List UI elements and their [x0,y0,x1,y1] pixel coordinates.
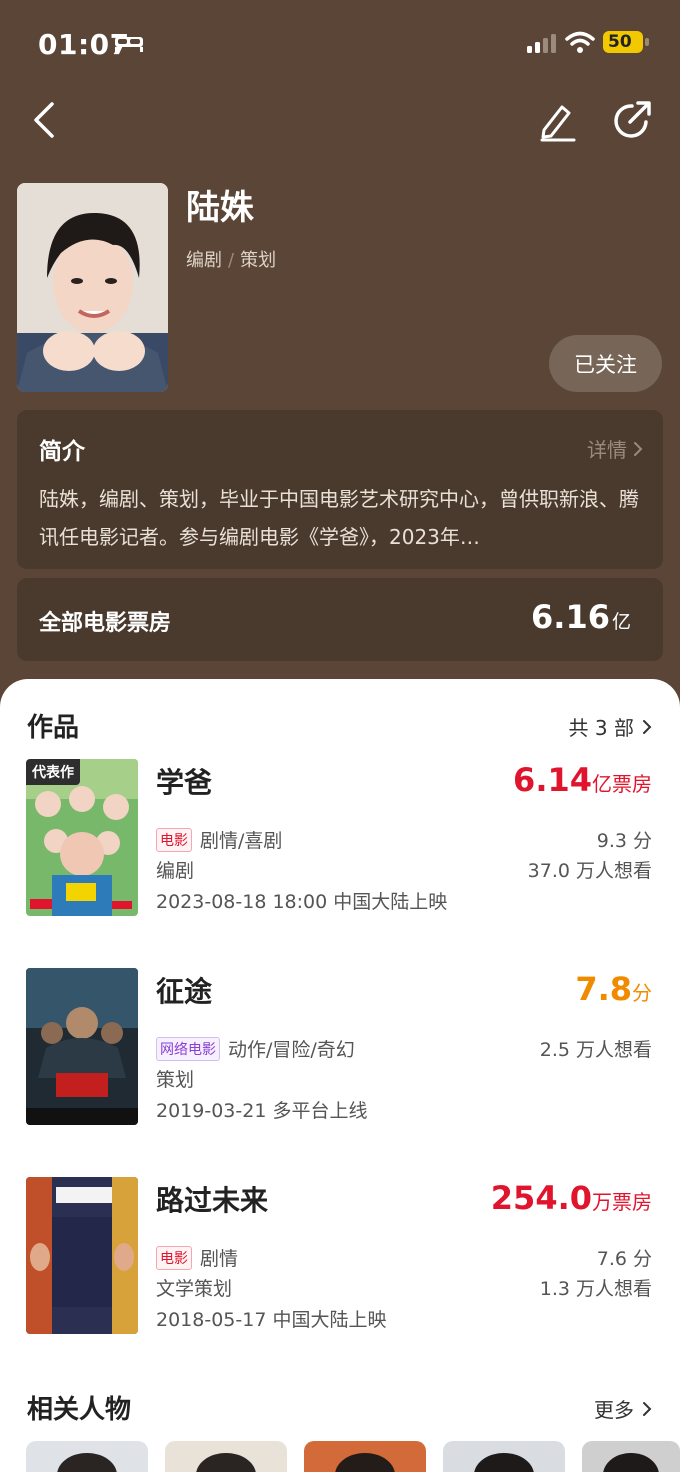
intro-card[interactable]: 简介 详情 陆姝，编剧、策划，毕业于中国电影艺术研究中心，曾供职新浪、腾讯任电影… [17,410,663,569]
work-title: 学爸 [156,766,213,799]
work-release: 2023-08-18 18:00 中国大陆上映 [156,891,448,913]
type-tag: 电影 [156,827,192,852]
related-more-label: 更多 [594,1398,634,1422]
related-person-card[interactable] [582,1441,680,1472]
work-want: 2.5 万人想看 [539,1039,652,1061]
bed-icon [115,37,143,52]
work-role: 编剧 [156,860,195,882]
work-box-office: 254.0万票房 [490,1179,652,1217]
work-role: 策划 [156,1069,195,1091]
intro-text: 陆姝，编剧、策划，毕业于中国电影艺术研究中心，曾供职新浪、腾讯任电影记者。参与编… [39,487,639,549]
work-item[interactable]: 路过未来 254.0万票房 电影 剧情 文学策划 2018-05-17 中国大陆… [0,1177,680,1337]
battery-indicator: 50 [603,31,649,53]
work-genres: 剧情 [200,1248,239,1270]
work-genres: 动作/冒险/奇幻 [228,1039,355,1061]
box-office-value: 6.16 亿 [531,598,631,636]
work-title: 路过未来 [156,1184,269,1217]
poster-image [26,1177,138,1334]
related-person-card[interactable] [165,1441,287,1472]
work-title: 征途 [156,975,213,1008]
work-release: 2018-05-17 中国大陆上映 [156,1309,387,1331]
work-type-line: 电影 剧情/喜剧 [156,826,282,853]
work-item[interactable]: 征途 7.8分 网络电影 动作/冒险/奇幻 策划 2019-03-21 多平台上… [0,968,680,1128]
edit-icon[interactable] [536,100,578,142]
wifi-icon [565,31,595,53]
avatar [17,183,168,392]
related-title: 相关人物 [27,1395,132,1425]
type-tag: 网络电影 [156,1036,220,1061]
poster-tag: 代表作 [26,759,80,785]
chevron-right-icon [643,1401,652,1416]
works-count-link[interactable]: 共 3 部 [569,712,652,741]
back-icon[interactable] [28,100,64,140]
related-more-link[interactable]: 更多 [594,1394,652,1423]
person-roles: 编剧 / 策划 [186,250,277,271]
poster-image: 代表作 [26,759,138,916]
role-item: 策划 [240,250,277,271]
person-name: 陆姝 [186,188,254,228]
work-type-line: 网络电影 动作/冒险/奇幻 [156,1035,355,1062]
box-office-card: 全部电影票房 6.16 亿 [17,578,663,661]
work-item[interactable]: 代表作 学爸 6.14亿票房 电影 剧情/喜剧 编剧 2023-08-18 18… [0,759,680,919]
box-office-label: 全部电影票房 [39,611,172,636]
works-count: 共 3 部 [568,716,634,740]
works-title: 作品 [27,713,80,743]
cellular-signal-icon [527,34,556,53]
intro-detail-label: 详情 [587,438,627,462]
chevron-right-icon [634,441,643,456]
work-want: 1.3 万人想看 [539,1278,652,1300]
share-icon[interactable] [610,98,654,142]
work-release: 2019-03-21 多平台上线 [156,1100,368,1122]
role-item: 编剧 [186,250,222,271]
related-person-card[interactable] [26,1441,148,1472]
poster-image [26,968,138,1125]
work-role: 文学策划 [156,1278,233,1300]
intro-title: 简介 [39,439,85,465]
work-box-office: 6.14亿票房 [513,761,652,799]
work-genres: 剧情/喜剧 [200,830,283,852]
related-person-card[interactable] [443,1441,565,1472]
chevron-right-icon [643,719,652,734]
work-type-line: 电影 剧情 [156,1244,238,1271]
work-score: 7.6 分 [596,1248,652,1270]
related-people-row [26,1441,680,1472]
battery-level: 50 [608,32,632,52]
works-sheet: 作品 共 3 部 代表作 学爸 6.14亿票房 电影 剧情/喜剧 编剧 2023… [0,679,680,1472]
status-bar: 01:07 50 [0,0,680,86]
work-want: 37.0 万人想看 [527,860,652,882]
type-tag: 电影 [156,1245,192,1270]
work-score-highlight: 7.8分 [575,970,652,1008]
follow-button[interactable]: 已关注 [549,335,662,392]
portrait-image [17,183,168,392]
related-person-card[interactable] [304,1441,426,1472]
intro-detail-link[interactable]: 详情 [587,434,643,463]
work-score: 9.3 分 [596,830,652,852]
